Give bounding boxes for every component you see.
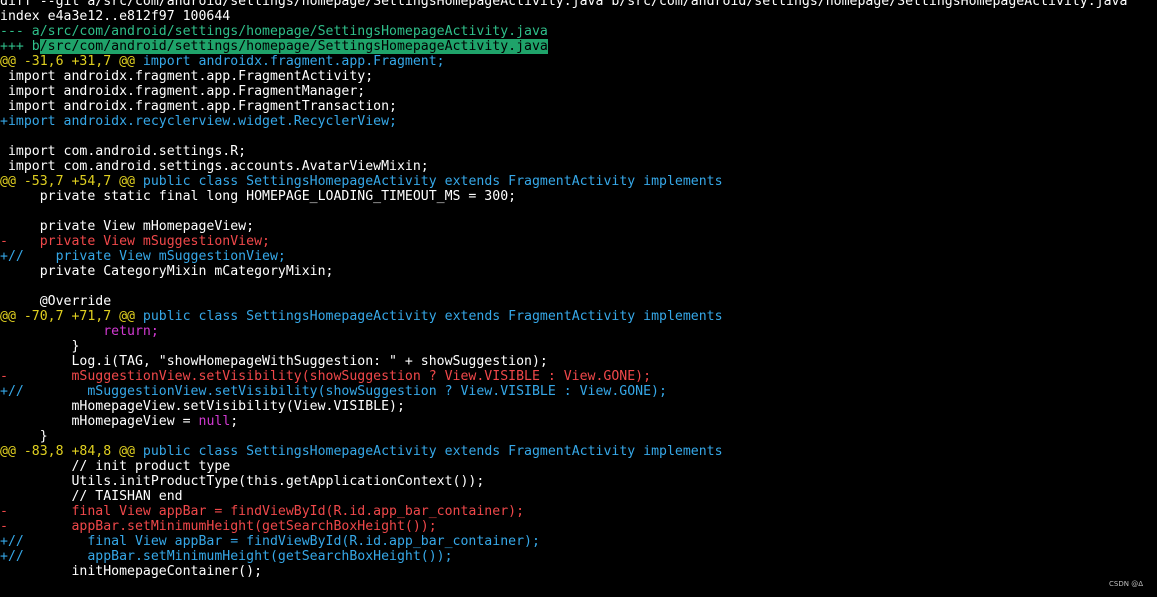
- diff-line: @@ -83,8 +84,8 @@ public class SettingsH…: [0, 444, 1157, 459]
- diff-line: // TAISHAN end: [0, 489, 1157, 504]
- diff-line: - appBar.setMinimumHeight(getSearchBoxHe…: [0, 519, 1157, 534]
- diff-line-text: @@ -31,6 +31,7 @@: [0, 54, 135, 69]
- diff-line-text: import androidx.fragment.app.Fragment;: [134, 54, 445, 69]
- diff-line-text: import androidx.fragment.app.FragmentMan…: [0, 84, 366, 99]
- diff-line-text: SettingsHomepageActivity: [246, 309, 437, 324]
- diff-line: import androidx.fragment.app.FragmentMan…: [0, 84, 1157, 99]
- diff-line: }: [0, 429, 1157, 444]
- diff-line: [0, 204, 1157, 219]
- diff-line-text: [0, 324, 103, 339]
- diff-line-text: +// final View appBar = findViewById(R.i…: [0, 534, 540, 549]
- diff-line-text: @@ -70,7 +71,7 @@: [0, 309, 135, 324]
- diff-line-text: +// appBar.setMinimumHeight(getSearchBox…: [0, 549, 453, 564]
- diff-line: import com.android.settings.accounts.Ava…: [0, 159, 1157, 174]
- diff-line-text: // init product type: [0, 459, 231, 474]
- diff-line: +++ b/src/com/android/settings/homepage/…: [0, 39, 1157, 54]
- diff-line-text: ;: [230, 414, 239, 429]
- diff-line-text: +// private View mSuggestionView;: [0, 249, 286, 264]
- diff-line: +import androidx.recyclerview.widget.Rec…: [0, 114, 1157, 129]
- diff-line-text: Utils.initProductType(this.getApplicatio…: [0, 474, 485, 489]
- diff-line: +// private View mSuggestionView;: [0, 249, 1157, 264]
- diff-line: [0, 129, 1157, 144]
- diff-line-text: +// mSuggestionView.setVisibility(showSu…: [0, 384, 667, 399]
- watermark: CSDN @Δ: [1109, 580, 1143, 588]
- diff-line: - private View mSuggestionView;: [0, 234, 1157, 249]
- diff-line-text: private CategoryMixin mCategoryMixin;: [0, 264, 334, 279]
- diff-line-text: }: [0, 339, 80, 354]
- diff-line-text: - private View mSuggestionView;: [0, 234, 270, 249]
- diff-line: +// mSuggestionView.setVisibility(showSu…: [0, 384, 1157, 399]
- diff-line-text: @Override: [0, 294, 112, 309]
- diff-line-text: - final View appBar = findViewById(R.id.…: [0, 504, 525, 519]
- diff-line: private CategoryMixin mCategoryMixin;: [0, 264, 1157, 279]
- diff-line-text: extends: [436, 174, 509, 189]
- diff-line-text: extends: [436, 444, 509, 459]
- diff-line-text: @@ -53,7 +54,7 @@: [0, 174, 135, 189]
- diff-line: // init product type: [0, 459, 1157, 474]
- diff-line-text: --- a: [0, 24, 40, 39]
- diff-line: @Override: [0, 294, 1157, 309]
- diff-line-text: Log.i(TAG, "showHomepageWithSuggestion: …: [0, 354, 548, 369]
- diff-line-text: private View mHomepageView;: [0, 219, 255, 234]
- terminal-output: diff --git a/src/com/android/settings/ho…: [0, 0, 1157, 579]
- diff-line-text: /src/com/android/settings/homepage/Setti…: [39, 24, 548, 39]
- diff-line: private View mHomepageView;: [0, 219, 1157, 234]
- diff-line: initHomepageContainer();: [0, 564, 1157, 579]
- diff-line-text: mHomepageView =: [0, 414, 199, 429]
- diff-line: - mSuggestionView.setVisibility(showSugg…: [0, 369, 1157, 384]
- diff-line-text: @@ -83,8 +84,8 @@: [0, 444, 135, 459]
- diff-line-text: SettingsHomepageActivity: [246, 174, 437, 189]
- diff-line-text: diff --git a/src/com/android/settings/ho…: [0, 0, 1128, 9]
- diff-line-text: // TAISHAN end: [0, 489, 183, 504]
- diff-line-text: import androidx.fragment.app.FragmentAct…: [0, 69, 374, 84]
- diff-line: diff --git a/src/com/android/settings/ho…: [0, 0, 1157, 9]
- diff-line-text: public class: [134, 174, 247, 189]
- diff-line: import com.android.settings.R;: [0, 144, 1157, 159]
- diff-line-text: FragmentActivity: [508, 309, 636, 324]
- diff-line: --- a/src/com/android/settings/homepage/…: [0, 24, 1157, 39]
- diff-line-text: import androidx.fragment.app.FragmentTra…: [0, 99, 397, 114]
- diff-line-text: - mSuggestionView.setVisibility(showSugg…: [0, 369, 652, 384]
- diff-line: @@ -53,7 +54,7 @@ public class SettingsH…: [0, 174, 1157, 189]
- diff-line: +// appBar.setMinimumHeight(getSearchBox…: [0, 549, 1157, 564]
- diff-line: Log.i(TAG, "showHomepageWithSuggestion: …: [0, 354, 1157, 369]
- diff-line-text: }: [0, 429, 48, 444]
- diff-line: mHomepageView.setVisibility(View.VISIBLE…: [0, 399, 1157, 414]
- diff-line-text: initHomepageContainer();: [0, 564, 263, 579]
- diff-line: import androidx.fragment.app.FragmentTra…: [0, 99, 1157, 114]
- diff-line: +// final View appBar = findViewById(R.i…: [0, 534, 1157, 549]
- diff-line-text: FragmentActivity: [508, 444, 636, 459]
- diff-line-text: implements: [635, 309, 723, 324]
- diff-line-text: +import androidx.recyclerview.widget.Rec…: [0, 114, 397, 129]
- diff-line-text: index e4a3e12..e812f97 100644: [0, 9, 231, 24]
- diff-line-text: import com.android.settings.R;: [0, 144, 247, 159]
- diff-line-text: return;: [103, 324, 159, 339]
- diff-line: private static final long HOMEPAGE_LOADI…: [0, 189, 1157, 204]
- diff-line-text: public class: [134, 444, 247, 459]
- diff-line: @@ -31,6 +31,7 @@ import androidx.fragme…: [0, 54, 1157, 69]
- diff-line: @@ -70,7 +71,7 @@ public class SettingsH…: [0, 309, 1157, 324]
- diff-line: Utils.initProductType(this.getApplicatio…: [0, 474, 1157, 489]
- diff-line-text: implements: [635, 444, 723, 459]
- diff-line-text: private static final long HOMEPAGE_LOADI…: [0, 189, 517, 204]
- diff-line: [0, 279, 1157, 294]
- diff-line: index e4a3e12..e812f97 100644: [0, 9, 1157, 24]
- diff-line: - final View appBar = findViewById(R.id.…: [0, 504, 1157, 519]
- diff-line-text: - appBar.setMinimumHeight(getSearchBoxHe…: [0, 519, 437, 534]
- diff-line-text: null: [198, 414, 231, 429]
- diff-line-text: import com.android.settings.accounts.Ava…: [0, 159, 429, 174]
- diff-line: import androidx.fragment.app.FragmentAct…: [0, 69, 1157, 84]
- diff-line: }: [0, 339, 1157, 354]
- diff-line: mHomepageView = null;: [0, 414, 1157, 429]
- diff-line-text: +++ b: [0, 39, 40, 54]
- diff-line-text: FragmentActivity: [508, 174, 636, 189]
- diff-line-text: SettingsHomepageActivity: [246, 444, 437, 459]
- diff-line-text: mHomepageView.setVisibility(View.VISIBLE…: [0, 399, 405, 414]
- diff-line-text: extends: [436, 309, 509, 324]
- diff-line-text: /src/com/android/settings/homepage/Setti…: [39, 39, 548, 54]
- diff-line: return;: [0, 324, 1157, 339]
- diff-line-text: public class: [134, 309, 247, 324]
- diff-line-text: implements: [635, 174, 723, 189]
